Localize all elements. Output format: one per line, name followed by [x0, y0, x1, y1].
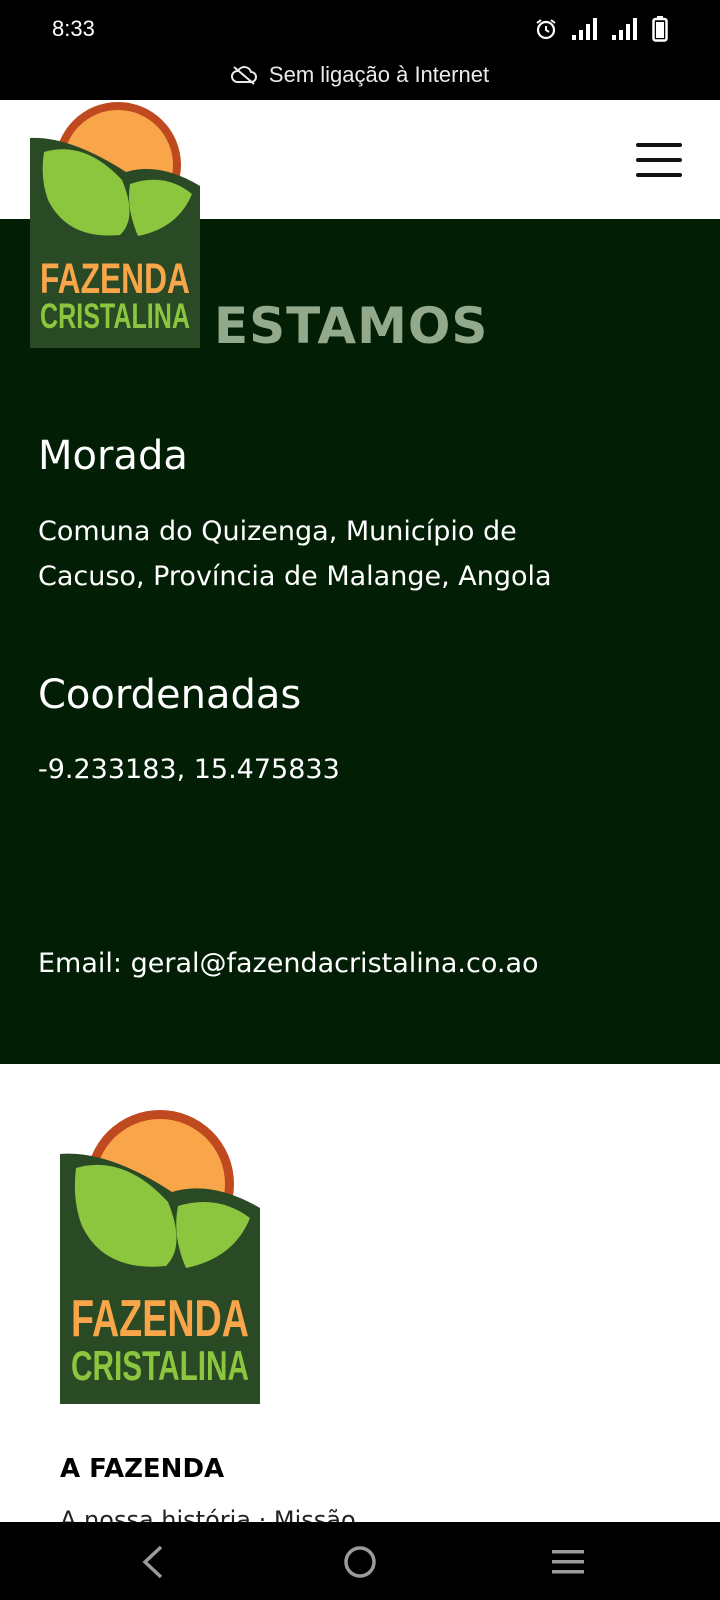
site-logo[interactable]: FAZENDA CRISTALINA — [30, 100, 200, 348]
system-nav-bar — [0, 1522, 720, 1600]
signal-icon — [572, 18, 597, 40]
hamburger-menu-icon[interactable] — [636, 143, 684, 179]
status-icons — [534, 16, 668, 42]
home-icon[interactable] — [330, 1540, 390, 1584]
coordinates-value: -9.233183, 15.475833 — [38, 754, 340, 785]
coordinates-title: Coordenadas — [38, 672, 302, 718]
cloud-off-icon — [230, 66, 257, 85]
status-bar: 8:33 Sem ligação à Internet — [0, 0, 720, 100]
back-icon[interactable] — [124, 1540, 184, 1584]
footer-logo[interactable]: FAZENDA CRISTALINA — [60, 1108, 260, 1404]
section-heading: ESTAMOS — [214, 297, 489, 355]
logo-line-2: CRISTALINA — [40, 297, 190, 336]
status-time: 8:33 — [52, 16, 95, 41]
battery-icon — [652, 16, 668, 42]
signal-icon — [612, 18, 637, 40]
email-text[interactable]: Email: geral@fazendacristalina.co.ao — [38, 941, 698, 986]
footer-section-title: A FAZENDA — [60, 1454, 225, 1484]
offline-banner: Sem ligação à Internet — [0, 62, 720, 88]
address-line-1: Comuna do Quizenga, Município de — [38, 516, 517, 547]
address-title: Morada — [38, 433, 188, 479]
offline-text: Sem ligação à Internet — [268, 62, 490, 87]
logo-line-1: FAZENDA — [40, 255, 190, 303]
recents-icon[interactable] — [538, 1540, 598, 1584]
address-line-2: Cacuso, Província de Malange, Angola — [38, 561, 552, 592]
footer-logo-line-2: CRISTALINA — [71, 1342, 249, 1389]
address-text: Comuna do Quizenga, Município de Cacuso,… — [38, 509, 698, 599]
alarm-icon — [536, 19, 556, 40]
footer-logo-line-1: FAZENDA — [71, 1290, 249, 1348]
